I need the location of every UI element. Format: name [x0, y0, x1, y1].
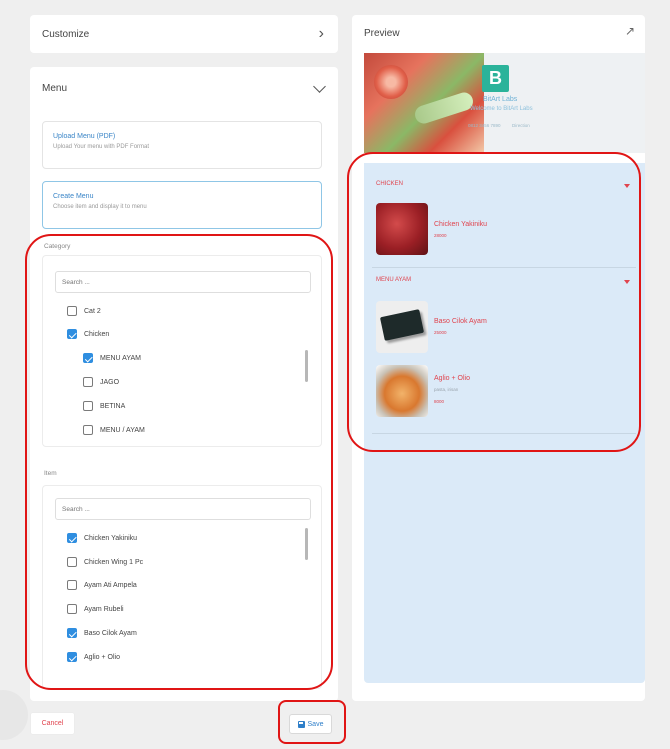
external-link-icon[interactable]: ↗	[625, 24, 635, 38]
welcome-text: Welcome to BitArt Labs	[470, 106, 533, 112]
upload-menu-option[interactable]: Upload Menu (PDF) Upload Your menu with …	[42, 121, 322, 169]
baso-cilok-ayam-image	[376, 301, 428, 353]
save-label: Save	[307, 720, 324, 728]
checkbox[interactable]	[67, 628, 77, 638]
restaurant-banner: B BitArt Labs Welcome to BitArt Labs 081…	[364, 53, 645, 153]
preview-section: Preview ↗ B BitArt Labs Welcome to BitAr…	[352, 15, 645, 701]
checkbox[interactable]	[83, 353, 93, 363]
create-menu-title: Create Menu	[53, 193, 94, 200]
category-list: Cat 2 Chicken MENU AYAM JAGO BETINA MENU…	[42, 255, 322, 447]
item-row[interactable]: Ayam Rubeli	[67, 604, 124, 614]
menu-section: Menu Upload Menu (PDF) Upload Your menu …	[30, 67, 338, 701]
category-label-text: JAGO	[100, 378, 120, 386]
caret-down-icon[interactable]	[624, 184, 630, 188]
upload-menu-desc: Upload Your menu with PDF Format	[53, 144, 150, 150]
chevron-right-icon[interactable]: ›	[319, 25, 324, 43]
item-row[interactable]: Ayam Ati Ampela	[67, 580, 137, 590]
category-label-text: MENU AYAM	[100, 354, 141, 362]
category-heading: MENU AYAM	[376, 277, 412, 283]
item-label-text: Ayam Ati Ampela	[84, 581, 137, 589]
checkbox[interactable]	[67, 306, 77, 316]
item-row[interactable]: Chicken Wing 1 Pc	[67, 557, 143, 567]
caret-down-icon[interactable]	[624, 280, 630, 284]
item-price: 25000	[434, 330, 447, 335]
item-name: Chicken Yakiniku	[434, 221, 488, 228]
checkbox[interactable]	[67, 533, 77, 543]
checkbox[interactable]	[83, 401, 93, 411]
item-label-text: Baso Cilok Ayam	[84, 629, 137, 637]
divider	[372, 267, 636, 268]
checkbox[interactable]	[67, 557, 77, 567]
chevron-down-icon[interactable]	[313, 79, 326, 93]
customize-title: Customize	[42, 28, 90, 40]
direction-link[interactable]: Direction	[512, 123, 530, 128]
customize-section[interactable]: Customize ›	[30, 15, 338, 53]
brand-logo: B	[482, 65, 509, 92]
floating-decoration	[0, 690, 28, 740]
category-row[interactable]: MENU AYAM	[83, 353, 141, 363]
item-scrollbar[interactable]	[305, 528, 308, 560]
checkbox[interactable]	[83, 377, 93, 387]
checkbox[interactable]	[67, 604, 77, 614]
item-name: Baso Cilok Ayam	[434, 318, 487, 325]
grapefruit-image	[374, 65, 408, 99]
category-row[interactable]: Chicken	[67, 329, 109, 339]
category-label: Category	[44, 243, 71, 250]
item-row[interactable]: Baso Cilok Ayam	[67, 628, 137, 638]
divider	[372, 433, 636, 434]
category-heading: CHICKEN	[376, 181, 404, 187]
item-label-text: Ayam Rubeli	[84, 605, 124, 613]
category-label-text: Chicken	[84, 330, 110, 338]
menu-header[interactable]: Menu	[30, 67, 338, 109]
save-button[interactable]: Save	[289, 714, 332, 734]
menu-preview: CHICKEN Chicken Yakiniku 28000 MENU AYAM…	[364, 163, 645, 683]
checkbox[interactable]	[83, 425, 93, 435]
brand-name: BitArt Labs	[483, 96, 518, 103]
checkbox[interactable]	[67, 652, 77, 662]
create-menu-option[interactable]: Create Menu Choose item and display it t…	[42, 181, 322, 229]
checkbox[interactable]	[67, 580, 77, 590]
category-row[interactable]: MENU / AYAM	[83, 425, 145, 435]
item-label-text: Chicken Yakiniku	[84, 534, 138, 542]
create-menu-desc: Choose item and display it to menu	[53, 204, 147, 210]
category-label-text: Cat 2	[84, 307, 101, 315]
cancel-button[interactable]: Cancel	[30, 712, 75, 735]
item-row[interactable]: Chicken Yakiniku	[67, 533, 137, 543]
item-price: 28000	[434, 233, 447, 238]
item-list: Chicken Yakiniku Chicken Wing 1 Pc Ayam …	[42, 485, 322, 689]
aglio-olio-image	[376, 365, 428, 417]
item-desc: pasta, irisan	[434, 387, 459, 392]
chicken-yakiniku-image	[376, 203, 428, 255]
save-icon	[297, 720, 305, 728]
item-price: 8000	[434, 399, 445, 404]
category-row[interactable]: JAGO	[83, 377, 119, 387]
category-row[interactable]: Cat 2	[67, 306, 101, 316]
category-label-text: BETINA	[100, 402, 126, 410]
upload-menu-title: Upload Menu (PDF)	[53, 133, 116, 140]
menu-title: Menu	[42, 82, 68, 94]
category-label-text: MENU / AYAM	[100, 426, 145, 434]
item-label-text: Chicken Wing 1 Pc	[84, 558, 144, 566]
item-search-input[interactable]	[55, 498, 311, 520]
item-name: Aglio + Olio	[434, 375, 470, 382]
checkbox[interactable]	[67, 329, 77, 339]
item-row[interactable]: Aglio + Olio	[67, 652, 120, 662]
category-row[interactable]: BETINA	[83, 401, 125, 411]
preview-title: Preview	[364, 28, 400, 39]
phone-link[interactable]: 0812 3456 7890	[468, 123, 501, 128]
category-scrollbar[interactable]	[305, 350, 308, 382]
item-label: Item	[44, 470, 57, 477]
item-label-text: Aglio + Olio	[84, 653, 120, 661]
category-search-input[interactable]	[55, 271, 311, 293]
